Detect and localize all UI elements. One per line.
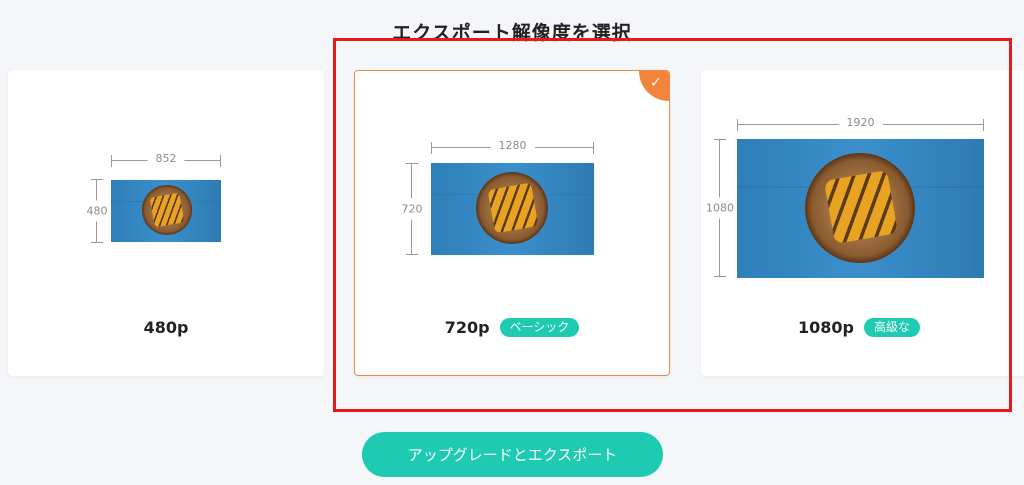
- page-title: エクスポート解像度を選択: [392, 22, 632, 44]
- resolution-card-720p[interactable]: ✓ 1280 720 720p ベーシック: [354, 70, 670, 376]
- width-label: 852: [147, 152, 185, 165]
- plan-badge: ベーシック: [499, 317, 580, 337]
- height-dimension: 1080: [706, 139, 734, 277]
- resolution-label: 720p: [444, 317, 490, 337]
- height-label: 480: [86, 200, 108, 222]
- width-dimension: 1920: [737, 116, 984, 131]
- width-dimension: 1280: [431, 139, 594, 154]
- height-dimension: 720: [401, 163, 423, 255]
- resolution-label: 480p: [143, 317, 189, 337]
- height-dimension: 480: [86, 179, 108, 243]
- width-label: 1920: [838, 116, 883, 129]
- plan-badge: 高級な: [863, 317, 920, 337]
- height-label: 1080: [706, 197, 734, 219]
- preview-image: [111, 180, 221, 242]
- preview-image: [737, 139, 984, 278]
- selected-indicator: ✓: [639, 71, 669, 101]
- check-icon: ✓: [650, 75, 662, 91]
- width-dimension: 852: [111, 152, 221, 167]
- preview-image: [431, 163, 594, 255]
- width-label: 1280: [490, 139, 535, 152]
- resolution-label: 1080p: [798, 317, 854, 337]
- resolution-card-480p[interactable]: 852 480 480p: [8, 70, 324, 376]
- resolution-card-1080p[interactable]: 1920 1080 1080p 高級な: [701, 70, 1024, 376]
- height-label: 720: [401, 198, 423, 220]
- upgrade-and-export-button[interactable]: アップグレードとエクスポート: [362, 432, 663, 477]
